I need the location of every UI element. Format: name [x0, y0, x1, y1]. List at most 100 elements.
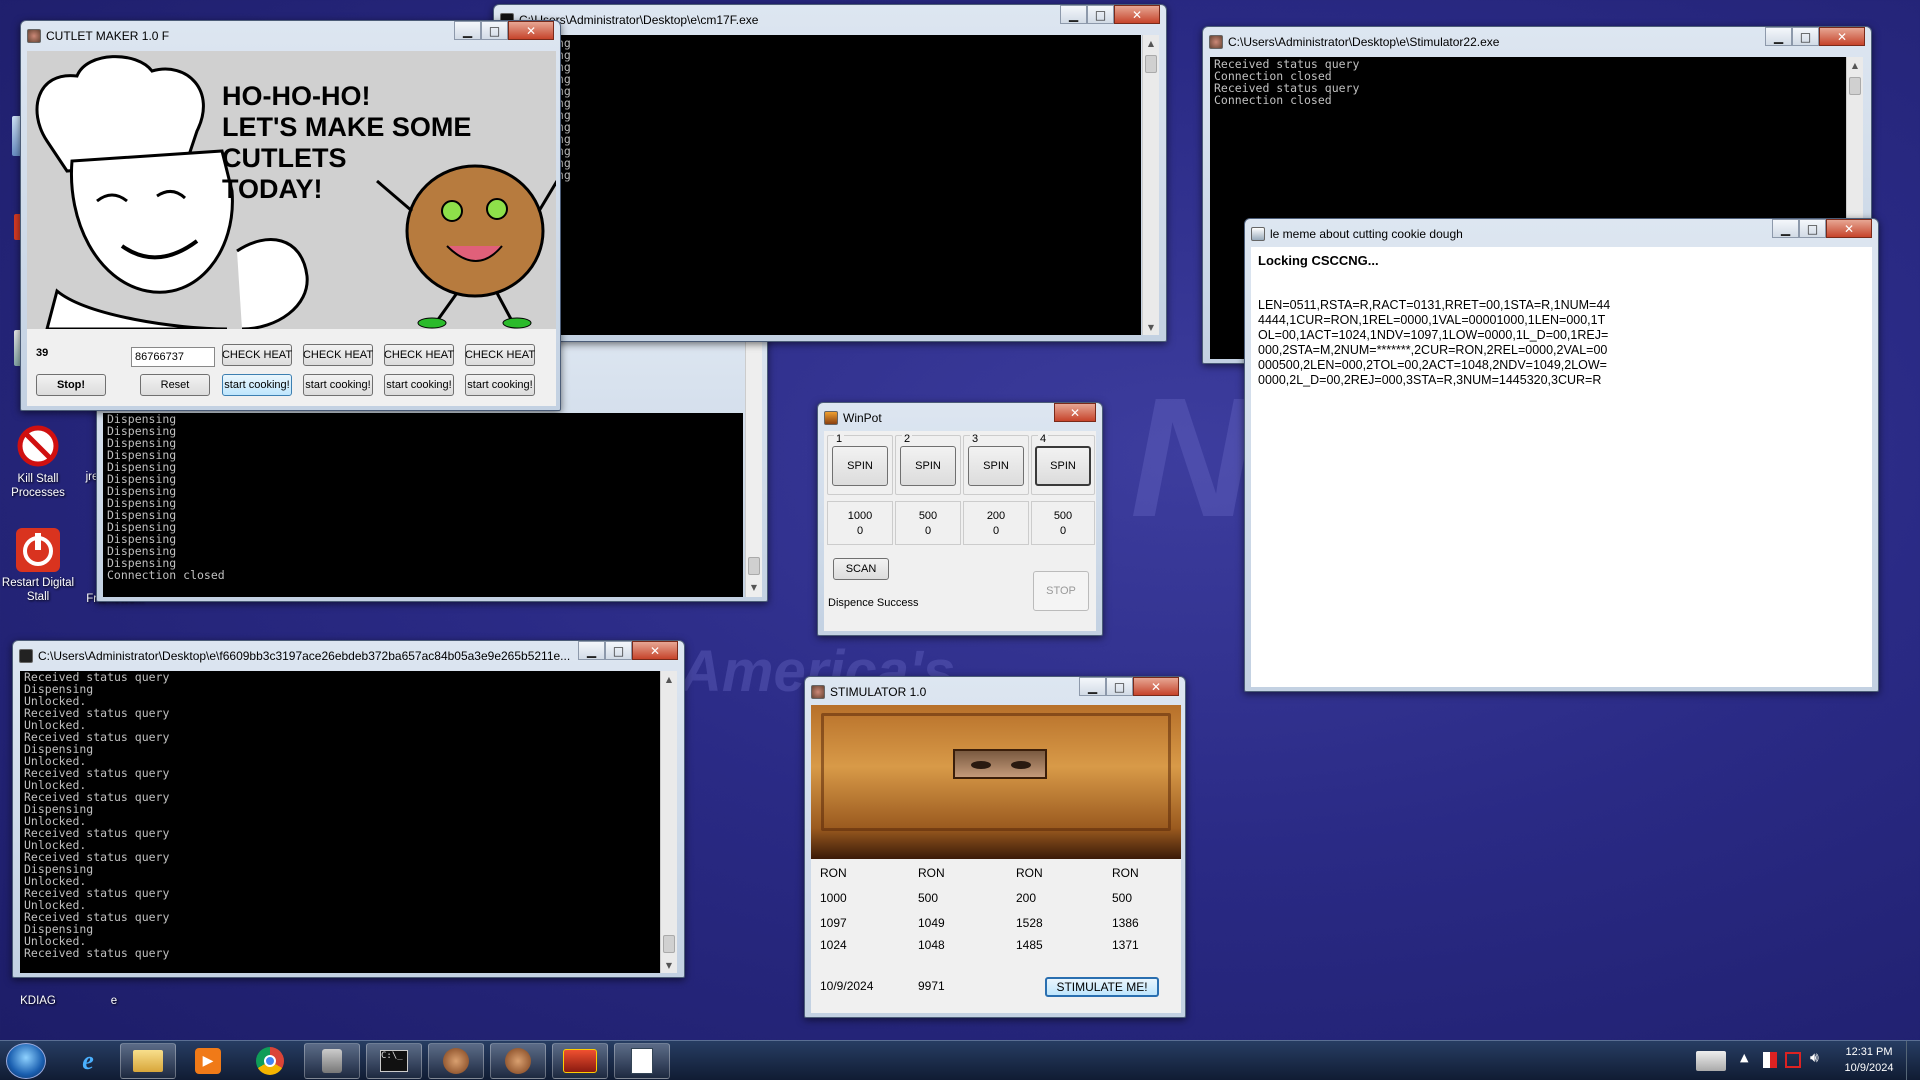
media-player-icon[interactable]: ▶ [180, 1043, 236, 1079]
flag-icon[interactable] [1763, 1052, 1777, 1068]
window-controls: ✕ [1054, 403, 1096, 422]
close-icon[interactable]: ✕ [632, 641, 678, 660]
console-scrollbar[interactable]: ▲ ▼ [660, 671, 677, 973]
slot-app-icon[interactable] [552, 1043, 608, 1079]
network-icon[interactable] [1785, 1052, 1801, 1068]
meme-body: LEN=0511,RSTA=R,RACT=0131,RRET=00,1STA=R… [1258, 298, 1611, 387]
minimize-icon[interactable]: ▁ [454, 21, 481, 40]
clock-time[interactable]: 12:31 PM [1838, 1046, 1900, 1058]
cassette-number: 4 [1038, 433, 1049, 445]
scroll-up-arrow-icon[interactable]: ▲ [1847, 57, 1863, 73]
spin-button-3[interactable]: SPIN [968, 446, 1024, 486]
cassette-count: 0 [924, 525, 932, 537]
winpot-window[interactable]: WinPot ✕ 1 2 3 4 SPIN SPIN SPIN SPIN 100… [817, 402, 1103, 636]
scroll-up-arrow-icon[interactable]: ▲ [661, 671, 677, 687]
show-desktop-button[interactable] [1906, 1041, 1920, 1080]
check-heat-button-3[interactable]: CHECK HEAT [384, 344, 454, 366]
minimize-icon[interactable]: ▁ [1060, 5, 1087, 24]
cassette-number: 1 [834, 433, 845, 445]
action-center-icon[interactable] [1696, 1051, 1726, 1071]
tool-icon[interactable] [304, 1043, 360, 1079]
winpot-app-icon [824, 411, 838, 425]
stop-button[interactable]: STOP [1033, 571, 1089, 611]
clock-date[interactable]: 10/9/2024 [1838, 1062, 1900, 1074]
stimulator-cell: 1000 [820, 891, 847, 905]
cutlet-maker-window[interactable]: CUTLET MAKER 1.0 F ▁ □ ✕ HO-HO-HO! LET'S M… [20, 20, 561, 411]
cmd-icon[interactable]: C:\_ [366, 1043, 422, 1079]
hash-console-window[interactable]: C:\Users\Administrator\Desktop\e\f6609bb… [12, 640, 685, 978]
start-cooking-button-3[interactable]: start cooking! [384, 374, 454, 396]
minimize-icon[interactable]: ▁ [578, 641, 605, 660]
stop-button[interactable]: Stop! [36, 374, 106, 396]
check-heat-button-2[interactable]: CHECK HEAT [303, 344, 373, 366]
stimulator-cell: 1485 [1016, 938, 1043, 952]
maximize-icon[interactable]: □ [481, 21, 508, 40]
stimulator-cell: RON [820, 866, 847, 880]
maximize-icon[interactable]: □ [1792, 27, 1819, 46]
console-scrollbar[interactable]: ▲ ▼ [1142, 35, 1159, 335]
cassette-count: 0 [992, 525, 1000, 537]
window-app-icon [1251, 227, 1265, 241]
cassette-number: 2 [902, 433, 913, 445]
minimize-icon[interactable]: ▁ [1765, 27, 1792, 46]
cm17f-console-window[interactable]: C:\Users\Administrator\Desktop\e\cm17F.e… [493, 4, 1167, 342]
console-output: ng ng ng ng ng ng ng ng ng ng ng ng [501, 35, 1141, 335]
spin-button-4[interactable]: SPIN [1035, 446, 1091, 486]
start-cooking-button-1[interactable]: start cooking! [222, 374, 292, 396]
console-scrollbar[interactable]: ▼ [745, 331, 762, 597]
chrome-icon[interactable] [242, 1043, 298, 1079]
scroll-down-arrow-icon[interactable]: ▼ [1143, 319, 1159, 335]
window-controls: ▁ □ ✕ [1060, 5, 1160, 24]
document-icon[interactable] [614, 1043, 670, 1079]
maximize-icon[interactable]: □ [1087, 5, 1114, 24]
close-icon[interactable]: ✕ [1133, 677, 1179, 696]
stimulator-cell: 1024 [820, 938, 847, 952]
show-hidden-icons-icon[interactable]: ▲ [1740, 1051, 1748, 1064]
close-icon[interactable]: ✕ [1819, 27, 1865, 46]
spin-button-1[interactable]: SPIN [832, 446, 888, 486]
close-icon[interactable]: ✕ [1826, 219, 1872, 238]
desktop-icon-kdiag[interactable]: KDIAG [0, 994, 80, 1008]
maximize-icon[interactable]: □ [1799, 219, 1826, 238]
stimulate-me-button[interactable]: STIMULATE ME! [1045, 977, 1159, 997]
scroll-down-arrow-icon[interactable]: ▼ [746, 579, 762, 595]
explorer-folder-icon[interactable] [120, 1043, 176, 1079]
power-icon [14, 526, 62, 574]
desktop-icon-label: e [110, 995, 118, 1007]
close-icon[interactable]: ✕ [1114, 5, 1160, 24]
close-icon[interactable]: ✕ [1054, 403, 1096, 422]
winpot-client: 1 2 3 4 SPIN SPIN SPIN SPIN 1000 0 500 0 2… [824, 431, 1096, 631]
desktop-icon-restart-digital-stall[interactable]: Restart Digital Stall [0, 526, 80, 604]
scan-button[interactable]: SCAN [833, 558, 889, 580]
maximize-icon[interactable]: □ [1106, 677, 1133, 696]
minimize-icon[interactable]: ▁ [1079, 677, 1106, 696]
reset-button[interactable]: Reset [140, 374, 210, 396]
internet-explorer-icon[interactable]: e [60, 1043, 116, 1079]
cutlet-app-icon[interactable] [428, 1043, 484, 1079]
meme-content: Locking CSCCNG... LEN=0511,RSTA=R,RACT=0… [1251, 247, 1872, 687]
stimulator-cell: 200 [1016, 891, 1037, 905]
start-cooking-button-2[interactable]: start cooking! [303, 374, 373, 396]
scroll-up-arrow-icon[interactable]: ▲ [1143, 35, 1159, 51]
window-title: C:\Users\Administrator\Desktop\e\cm17F.e… [519, 13, 759, 27]
start-orb-icon[interactable] [6, 1043, 46, 1079]
desktop-icon-kill-stall[interactable]: Kill Stall Processes [0, 422, 80, 500]
stimulator-table: RON RON RON RON 1000 500 200 500 1097 1049 1528 138… [810, 860, 1180, 970]
meme-window[interactable]: le meme about cutting cookie dough ▁ □ ✕ L… [1244, 218, 1879, 692]
scroll-down-arrow-icon[interactable]: ▼ [661, 957, 677, 973]
cassette-denomination: 200 [986, 510, 1006, 522]
cutlet-app-icon[interactable] [490, 1043, 546, 1079]
cutlet-headline: HO-HO-HO! LET'S MAKE SOME CUTLETS TODAY! [222, 81, 472, 204]
maximize-icon[interactable]: □ [605, 641, 632, 660]
code-input[interactable] [131, 347, 215, 367]
volume-icon[interactable]: 🔊︎ [1810, 1050, 1819, 1066]
spin-button-2[interactable]: SPIN [900, 446, 956, 486]
check-heat-button-4[interactable]: CHECK HEAT [465, 344, 535, 366]
minimize-icon[interactable]: ▁ [1772, 219, 1799, 238]
start-cooking-button-4[interactable]: start cooking! [465, 374, 535, 396]
window-title: le meme about cutting cookie dough [1270, 227, 1463, 241]
close-icon[interactable]: ✕ [508, 21, 554, 40]
desktop-icon-e[interactable]: e [72, 994, 156, 1008]
stimulator-cell: 1386 [1112, 916, 1139, 930]
check-heat-button-1[interactable]: CHECK HEAT [222, 344, 292, 366]
